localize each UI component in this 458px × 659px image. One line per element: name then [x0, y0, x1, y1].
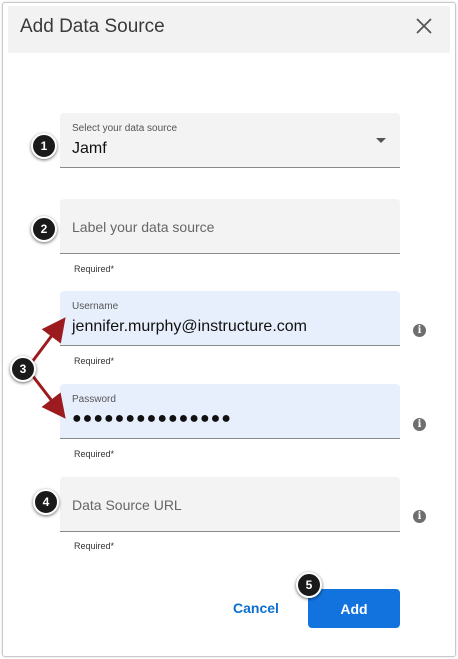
close-icon[interactable]	[412, 14, 436, 38]
callout-badge-2: 2	[31, 216, 57, 242]
dialog-title: Add Data Source	[20, 16, 165, 37]
info-icon[interactable]: i	[413, 324, 426, 337]
username-label: Username	[72, 301, 119, 312]
data-source-select[interactable]: Select your data source Jamf	[60, 113, 400, 168]
url-helper-text: Required*	[74, 541, 115, 551]
callout-badge-5: 5	[296, 572, 322, 598]
dropdown-caret-icon[interactable]	[376, 138, 386, 143]
username-input[interactable]: Username jennifer.murphy@instructure.com	[60, 291, 400, 346]
callout-badge-3: 3	[10, 356, 36, 382]
info-icon[interactable]: i	[413, 510, 426, 523]
data-source-value: Jamf	[72, 140, 107, 157]
callout-badge-4: 4	[33, 489, 59, 515]
label-placeholder: Label your data source	[72, 219, 215, 235]
password-helper-text: Required*	[74, 449, 115, 459]
info-icon[interactable]: i	[413, 418, 426, 431]
password-label: Password	[72, 394, 116, 405]
url-input[interactable]: Data Source URL	[60, 477, 400, 532]
username-helper-text: Required*	[74, 356, 115, 366]
password-input[interactable]: Password ●●●●●●●●●●●●●●●	[60, 384, 400, 439]
dialog-header: Add Data Source	[8, 6, 450, 53]
label-helper-text: Required*	[74, 264, 115, 274]
label-input[interactable]: Label your data source	[60, 199, 400, 254]
cancel-button[interactable]: Cancel	[224, 591, 288, 625]
callout-badge-1: 1	[31, 133, 57, 159]
password-value: ●●●●●●●●●●●●●●●	[72, 410, 232, 427]
username-value: jennifer.murphy@instructure.com	[72, 318, 307, 335]
url-placeholder: Data Source URL	[72, 497, 182, 513]
data-source-label: Select your data source	[72, 123, 178, 134]
add-button[interactable]: Add	[308, 589, 400, 628]
